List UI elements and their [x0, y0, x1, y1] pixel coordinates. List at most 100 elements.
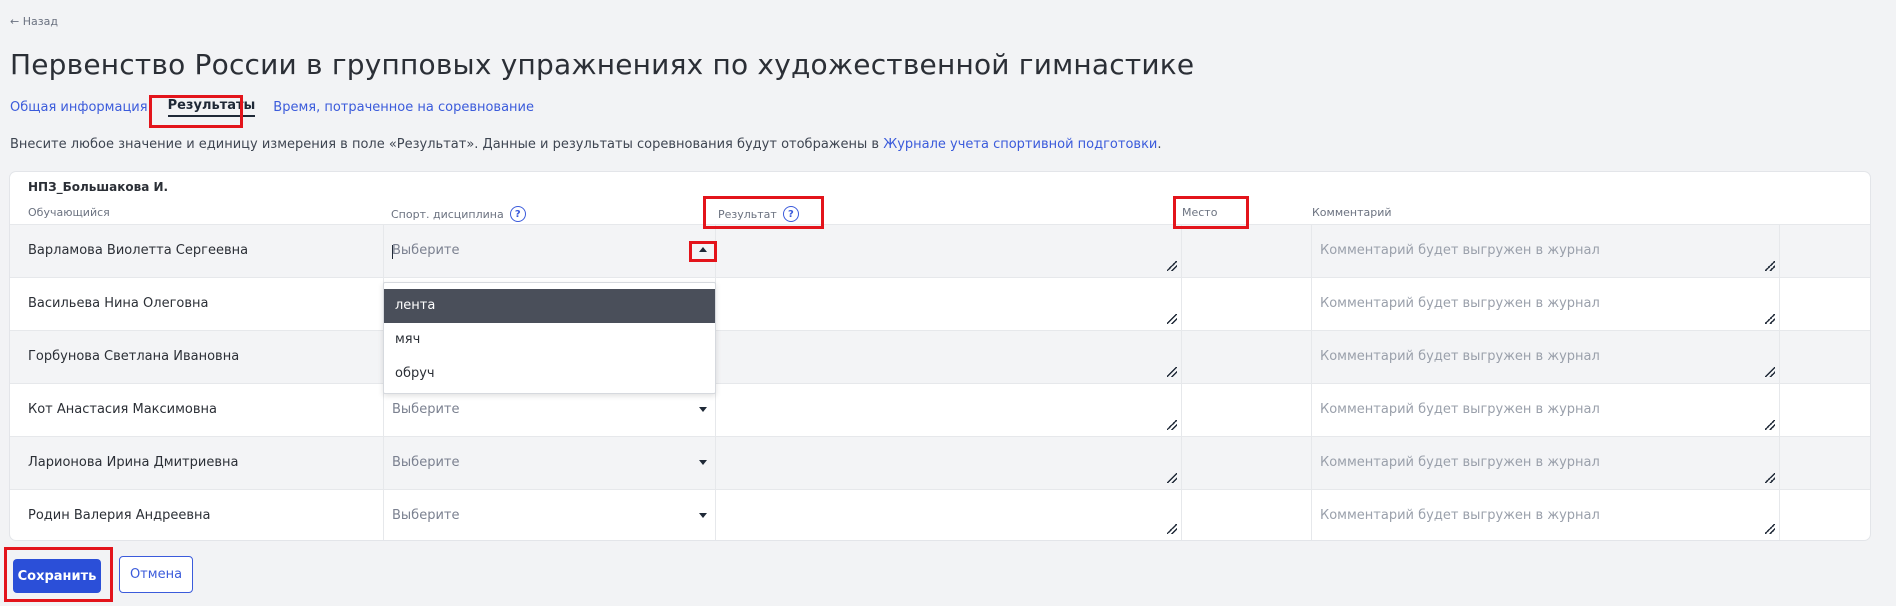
page-title: Первенство России в групповых упражнения…: [10, 48, 1195, 81]
result-input[interactable]: [716, 384, 1182, 436]
resize-handle-icon[interactable]: [1167, 261, 1177, 271]
student-name: Кот Анастасия Максимовна: [28, 402, 218, 417]
back-link[interactable]: ← Назад: [10, 15, 58, 28]
select-value: Выберите: [392, 455, 460, 470]
result-input[interactable]: [716, 331, 1182, 383]
result-input[interactable]: [716, 437, 1182, 489]
group-title: НПЗ_Большакова И.: [28, 180, 169, 194]
table-row: Кот Анастасия Максимовна Выберите Коммен…: [10, 383, 1870, 436]
col-head-discipline: Спорт. дисциплина ?: [391, 206, 526, 222]
resize-handle-icon[interactable]: [1765, 473, 1775, 483]
table-row: Родин Валерия Андреевна Выберите Коммент…: [10, 489, 1870, 540]
table-row: Варламова Виолетта Сергеевна Выберите Ко…: [10, 224, 1870, 277]
resize-handle-icon[interactable]: [1765, 420, 1775, 430]
dropdown-option-ball[interactable]: мяч: [384, 323, 715, 357]
tab-general-info[interactable]: Общая информация: [10, 100, 148, 115]
discipline-select-cell[interactable]: Выберите: [383, 225, 716, 277]
resize-handle-icon[interactable]: [1167, 524, 1177, 534]
discipline-select[interactable]: Выберите: [392, 243, 707, 258]
select-value: Выберите: [392, 243, 460, 258]
student-name: Родин Валерия Андреевна: [28, 508, 211, 523]
journal-link[interactable]: Журнале учета спортивной подготовки: [883, 137, 1157, 152]
row-extra-cell: [1780, 384, 1870, 436]
table-row: Горбунова Светлана Ивановна Комментарий …: [10, 330, 1870, 383]
comment-input[interactable]: Комментарий будет выгружен в журнал: [1312, 437, 1780, 489]
row-extra-cell: [1780, 437, 1870, 489]
place-input[interactable]: [1182, 437, 1312, 489]
resize-handle-icon[interactable]: [1167, 420, 1177, 430]
caret-down-icon[interactable]: [699, 407, 707, 412]
resize-handle-icon[interactable]: [1765, 524, 1775, 534]
table-row: Васильева Нина Олеговна Комментарий буде…: [10, 277, 1870, 330]
col-head-student: Обучающийся: [28, 206, 110, 219]
col-head-result-label: Результат: [718, 207, 777, 221]
save-button[interactable]: Сохранить: [13, 559, 101, 593]
comment-input[interactable]: Комментарий будет выгружен в журнал: [1312, 278, 1780, 330]
col-head-discipline-label: Спорт. дисциплина: [391, 207, 504, 221]
select-value: Выберите: [392, 402, 460, 417]
discipline-select-cell[interactable]: Выберите: [383, 437, 716, 489]
question-circle-icon[interactable]: ?: [509, 206, 526, 222]
dropdown-option-hoop[interactable]: обруч: [384, 357, 715, 391]
resize-handle-icon[interactable]: [1765, 261, 1775, 271]
caret-down-icon[interactable]: [699, 513, 707, 518]
caret-down-icon[interactable]: [699, 460, 707, 465]
col-head-comment-label: Комментарий: [1312, 206, 1392, 219]
comment-input[interactable]: Комментарий будет выгружен в журнал: [1312, 225, 1780, 277]
results-card: НПЗ_Большакова И. Обучающийся Спорт. дис…: [10, 172, 1870, 540]
place-input[interactable]: [1182, 225, 1312, 277]
select-value: Выберите: [392, 508, 460, 523]
place-input[interactable]: [1182, 278, 1312, 330]
caret-up-icon[interactable]: [699, 247, 707, 252]
student-name: Горбунова Светлана Ивановна: [28, 349, 240, 364]
discipline-select[interactable]: Выберите: [392, 508, 707, 523]
comment-input[interactable]: Комментарий будет выгружен в журнал: [1312, 490, 1780, 540]
result-input[interactable]: [716, 225, 1182, 277]
tab-results[interactable]: Результаты: [167, 98, 256, 117]
resize-handle-icon[interactable]: [1167, 314, 1177, 324]
discipline-select[interactable]: Выберите: [392, 402, 707, 417]
resize-handle-icon[interactable]: [1765, 367, 1775, 377]
row-extra-cell: [1780, 490, 1870, 540]
tab-bar: Общая информация Результаты Время, потра…: [10, 98, 534, 117]
hint-text: Внесите любое значение и единицу измерен…: [10, 137, 1162, 152]
student-name: Васильева Нина Олеговна: [28, 296, 209, 311]
result-input[interactable]: [716, 490, 1182, 540]
resize-handle-icon[interactable]: [1167, 367, 1177, 377]
discipline-select-cell[interactable]: Выберите: [383, 490, 716, 540]
col-head-result: Результат ?: [718, 206, 799, 222]
hint-body: Внесите любое значение и единицу измерен…: [10, 137, 884, 152]
hint-end: .: [1157, 137, 1162, 152]
row-extra-cell: [1780, 331, 1870, 383]
col-head-place-label: Место: [1182, 206, 1218, 219]
discipline-select[interactable]: Выберите: [392, 455, 707, 470]
col-head-comment: Комментарий: [1312, 206, 1392, 219]
cancel-button[interactable]: Отмена: [119, 556, 193, 593]
comment-placeholder: Комментарий будет выгружен в журнал: [1320, 402, 1600, 417]
result-input[interactable]: [716, 278, 1182, 330]
place-input[interactable]: [1182, 384, 1312, 436]
comment-placeholder: Комментарий будет выгружен в журнал: [1320, 508, 1600, 523]
row-extra-cell: [1780, 225, 1870, 277]
student-name: Ларионова Ирина Дмитриевна: [28, 455, 239, 470]
comment-input[interactable]: Комментарий будет выгружен в журнал: [1312, 331, 1780, 383]
resize-handle-icon[interactable]: [1765, 314, 1775, 324]
col-head-place: Место: [1182, 206, 1217, 219]
question-circle-icon[interactable]: ?: [782, 206, 799, 222]
col-head-student-label: Обучающийся: [28, 206, 110, 219]
table-body: Варламова Виолетта Сергеевна Выберите Ко…: [10, 224, 1870, 540]
row-extra-cell: [1780, 278, 1870, 330]
comment-placeholder: Комментарий будет выгружен в журнал: [1320, 296, 1600, 311]
place-input[interactable]: [1182, 490, 1312, 540]
table-row: Ларионова Ирина Дмитриевна Выберите Комм…: [10, 436, 1870, 489]
place-input[interactable]: [1182, 331, 1312, 383]
discipline-dropdown-menu: лента мяч обруч: [383, 282, 716, 394]
comment-placeholder: Комментарий будет выгружен в журнал: [1320, 455, 1600, 470]
resize-handle-icon[interactable]: [1167, 473, 1177, 483]
tab-time-spent[interactable]: Время, потраченное на соревнование: [273, 100, 534, 115]
comment-input[interactable]: Комментарий будет выгружен в журнал: [1312, 384, 1780, 436]
comment-placeholder: Комментарий будет выгружен в журнал: [1320, 349, 1600, 364]
student-name: Варламова Виолетта Сергеевна: [28, 243, 249, 258]
dropdown-option-ribbon[interactable]: лента: [384, 289, 715, 323]
comment-placeholder: Комментарий будет выгружен в журнал: [1320, 243, 1600, 258]
